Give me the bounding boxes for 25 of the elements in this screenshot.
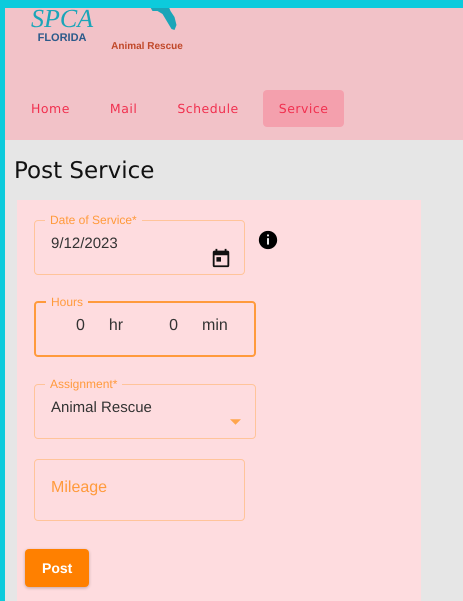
- assignment-select[interactable]: Assignment* Animal Rescue: [34, 377, 256, 439]
- unit-label: min: [202, 317, 228, 335]
- logo-mark: SPCA: [31, 8, 94, 32]
- unit-label: hr: [108, 317, 124, 335]
- nav-tab[interactable]: Schedule: [161, 90, 255, 127]
- field-label: Assignment*: [49, 377, 118, 391]
- hours-value: 0: [76, 317, 85, 335]
- calendar-icon[interactable]: [210, 247, 232, 269]
- nav-tab[interactable]: Service: [262, 90, 344, 127]
- mileage-field[interactable]: Mileage: [34, 459, 245, 521]
- minutes-value: 0: [169, 317, 178, 335]
- field-value: Animal Rescue: [51, 399, 153, 416]
- nav-tab[interactable]: Home: [15, 90, 86, 127]
- logo-caption: FLORIDA: [38, 32, 86, 44]
- logo-caption: Animal Rescue: [111, 41, 183, 52]
- hours-field[interactable]: Hours 0 hr 0 min: [34, 295, 256, 357]
- field-label: Hours: [50, 295, 84, 309]
- field-value: 9/12/2023: [51, 235, 119, 252]
- field-label: Date of Service*: [49, 213, 138, 227]
- nav-tab[interactable]: Mail: [94, 90, 154, 127]
- post-button[interactable]: Post: [25, 549, 90, 587]
- page-title: Post Service: [14, 158, 156, 184]
- date-field[interactable]: Date of Service* 9/12/2023: [34, 213, 245, 275]
- caret-icon: [230, 419, 241, 425]
- info-icon[interactable]: [257, 229, 279, 251]
